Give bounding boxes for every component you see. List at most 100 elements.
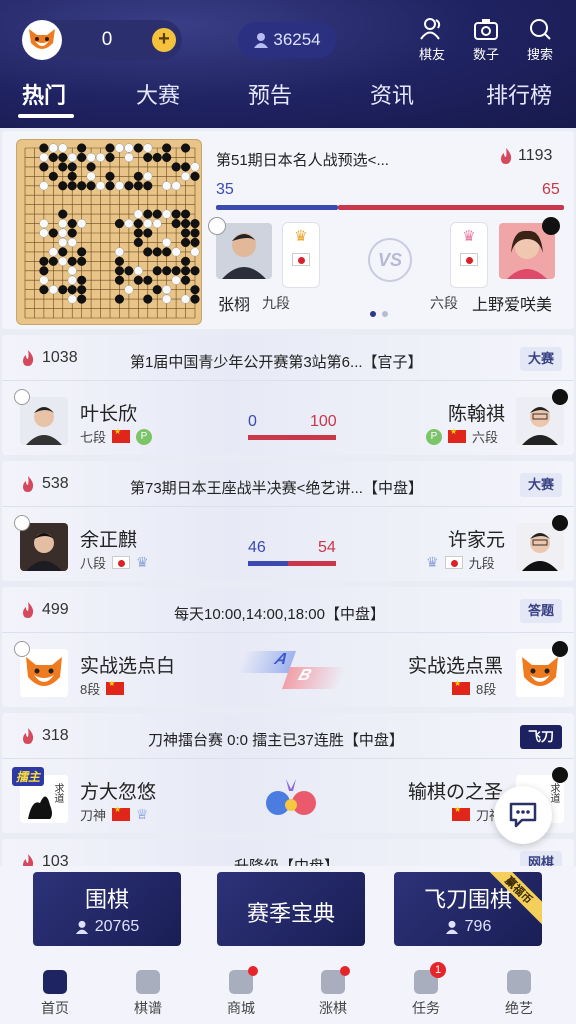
chat-button[interactable] xyxy=(494,786,552,844)
black-stone xyxy=(39,285,49,295)
match-card-header: 499 每天10:00,14:00,18:00【中盘】 答题 xyxy=(2,587,574,633)
fire-icon xyxy=(23,728,34,744)
white-stone-icon xyxy=(14,515,30,531)
tab-ranking[interactable]: 排行榜 xyxy=(486,78,552,110)
right-player-meta: P 六段 xyxy=(426,427,498,446)
black-stone xyxy=(143,152,153,162)
match-card[interactable]: 1038 第1届中国青少年公开赛第3站第6...【官子】 大赛 叶长欣 七段 P… xyxy=(2,335,574,455)
black-stone xyxy=(39,256,49,266)
match-tag: 大赛 xyxy=(519,347,562,371)
carousel-pager xyxy=(370,311,388,317)
win-rate-bar-right xyxy=(338,205,564,210)
active-tab-indicator xyxy=(18,114,74,118)
white-stone xyxy=(58,143,68,153)
black-stone xyxy=(190,219,200,229)
tab-tournament[interactable]: 大赛 xyxy=(136,78,180,110)
black-stone xyxy=(133,237,143,247)
white-stone xyxy=(171,181,181,191)
nav-records[interactable]: 棋谱 xyxy=(118,970,178,1018)
white-stone xyxy=(143,219,153,229)
white-stone xyxy=(86,152,96,162)
match-card[interactable]: 538 第73期日本王座战半决赛<绝艺讲...【中盘】 大赛 余正麒 八段 ♛ … xyxy=(2,461,574,581)
left-player-photo[interactable] xyxy=(20,523,68,571)
featured-title: 第51期日本名人战预选<... xyxy=(216,152,389,169)
black-stone xyxy=(58,181,68,191)
notification-dot xyxy=(340,966,350,976)
featured-score-left: 35 xyxy=(216,181,234,198)
black-stone xyxy=(77,247,87,257)
match-card[interactable]: 499 每天10:00,14:00,18:00【中盘】 答题 实战选点白 8段 … xyxy=(2,587,574,707)
white-stone xyxy=(58,256,68,266)
black-stone xyxy=(77,294,87,304)
black-stone xyxy=(181,209,191,219)
white-stone xyxy=(162,285,172,295)
score-left: 0 xyxy=(248,413,257,430)
black-stone xyxy=(48,152,58,162)
black-stone xyxy=(67,256,77,266)
black-stone xyxy=(105,143,115,153)
white-stone xyxy=(181,171,191,181)
japan-flag-icon xyxy=(112,556,131,569)
match-title: 刀神擂台赛 0:0 擂主已37连胜【中盘】 xyxy=(148,732,404,749)
match-card[interactable]: 103 升降级【中盘】 网棋 xyxy=(2,839,574,875)
black-stone xyxy=(133,171,143,181)
count-button[interactable]: 数子 xyxy=(464,16,508,63)
black-stone xyxy=(162,152,172,162)
black-stone xyxy=(58,285,68,295)
online-users: 36254 xyxy=(238,22,336,58)
black-stone xyxy=(143,294,153,304)
white-stone xyxy=(39,152,49,162)
fire-icon xyxy=(23,476,34,492)
tab-news[interactable]: 资讯 xyxy=(370,78,414,110)
left-player-photo[interactable] xyxy=(20,397,68,445)
right-player-name: 陈翰祺 xyxy=(448,404,506,425)
crown-icon: ♛ xyxy=(136,554,149,570)
tab-preview[interactable]: 预告 xyxy=(248,78,292,110)
white-stone-icon xyxy=(14,641,30,657)
user-icon xyxy=(254,33,269,48)
go-game-button[interactable]: 围棋 20765 xyxy=(33,872,181,946)
nav-improve[interactable]: 涨棋 xyxy=(303,966,363,1018)
white-stone xyxy=(58,237,68,247)
white-stone xyxy=(114,247,124,257)
vs-badge: VS xyxy=(368,238,412,282)
black-stone xyxy=(77,285,87,295)
season-guide-button[interactable]: 赛季宝典 xyxy=(217,872,365,946)
left-player-photo[interactable] xyxy=(216,223,272,279)
search-button[interactable]: 搜索 xyxy=(518,16,562,63)
nav-shop[interactable]: 商城 xyxy=(211,966,271,1018)
left-player-meta: 七段 P xyxy=(80,427,153,446)
black-stone xyxy=(152,209,162,219)
black-stone xyxy=(58,152,68,162)
white-stone xyxy=(124,285,134,295)
left-player-name: 方大忽悠 xyxy=(80,782,157,803)
nav-home[interactable]: 首页 xyxy=(25,970,85,1018)
nav-tasks[interactable]: 1 任务 xyxy=(396,962,456,1018)
coin-balance[interactable]: 0 + xyxy=(22,20,182,60)
flying-knife-go-button[interactable]: 飞刀围棋 796 赢福币 xyxy=(394,872,542,946)
white-stone xyxy=(67,237,77,247)
user-avatar[interactable] xyxy=(22,20,62,60)
black-stone xyxy=(181,162,191,172)
featured-match[interactable]: 第51期日本名人战预选<... 1193 35 65 ♛ VS ♛ 张栩 九段 … xyxy=(2,131,574,329)
tab-hot[interactable]: 热门 xyxy=(22,78,66,110)
left-player-photo[interactable] xyxy=(20,649,68,697)
go-board[interactable] xyxy=(16,139,202,325)
black-stone-icon xyxy=(542,217,560,235)
friends-button[interactable]: 棋友 xyxy=(410,16,454,63)
black-stone xyxy=(181,219,191,229)
black-stone xyxy=(181,275,191,285)
win-rate-bar-left xyxy=(216,205,338,210)
add-coins-button[interactable]: + xyxy=(152,28,176,52)
black-stone xyxy=(171,209,181,219)
match-card[interactable]: 318 刀神擂台赛 0:0 擂主已37连胜【中盘】 飞刀 求道 擂主 方大忽悠 … xyxy=(2,713,574,833)
nav-jueyi[interactable]: 绝艺 xyxy=(489,970,549,1018)
white-stone xyxy=(124,143,134,153)
black-stone xyxy=(124,266,134,276)
black-stone xyxy=(39,266,49,276)
p-badge-icon: P xyxy=(426,428,442,445)
task-badge: 1 xyxy=(430,962,446,978)
black-stone xyxy=(152,266,162,276)
option-b-label: B xyxy=(281,667,347,689)
pager-dot-active xyxy=(370,311,376,317)
